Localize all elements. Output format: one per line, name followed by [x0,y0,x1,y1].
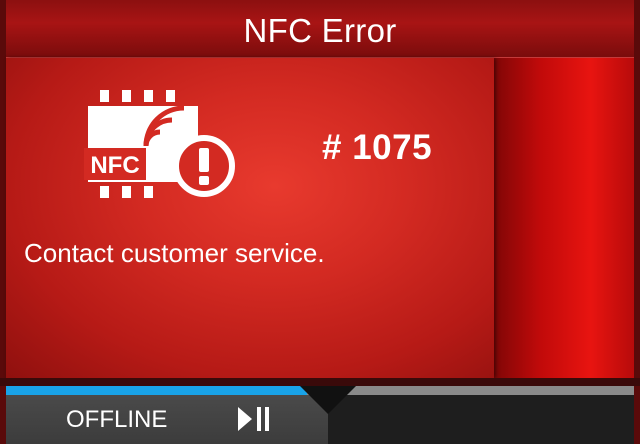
side-area [490,58,634,386]
play-pause-icon[interactable] [238,406,272,432]
status-area[interactable]: OFFLINE [6,395,328,444]
nfc-error-screen: NFC Error NFC # 1075 Contact customer se… [0,0,640,444]
bottom-separator [0,378,640,386]
error-panel: NFC # 1075 Contact customer service. [6,58,494,378]
error-code: # 1075 [322,128,433,167]
nfc-badge-text: NFC [90,152,139,179]
progress-fill [6,386,308,395]
pointer-marker [300,386,356,414]
status-label: OFFLINE [66,406,168,433]
page-title: NFC Error [243,12,397,49]
error-message: Contact customer service. [24,238,325,268]
title-bar: NFC Error [6,0,634,58]
nfc-error-icon: NFC [84,90,235,198]
